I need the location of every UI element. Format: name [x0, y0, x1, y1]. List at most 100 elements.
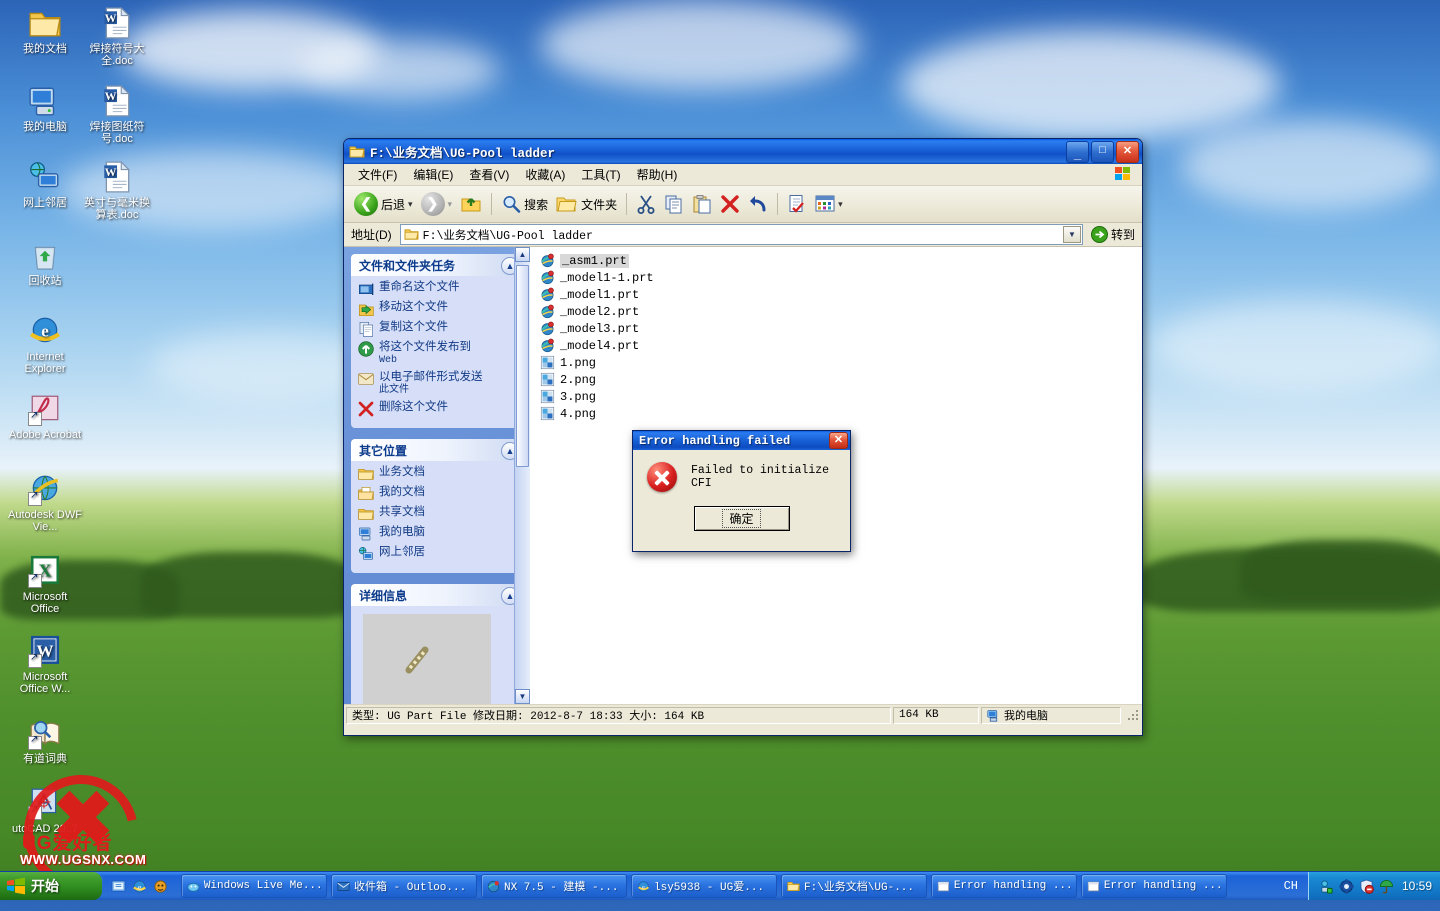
file-task-item-5[interactable]: 删除这个文件 [358, 401, 518, 417]
file-task-item-1[interactable]: 移动这个文件 [358, 301, 518, 317]
file-list-item[interactable]: _model1.prt [538, 286, 1142, 303]
file-task-item-3[interactable]: 将这个文件发布到 Web [358, 341, 518, 367]
security-shield-icon[interactable] [1359, 878, 1374, 894]
internet-explorer-icon[interactable]: e [132, 879, 147, 894]
system-tray[interactable]: 10:59 [1307, 872, 1440, 900]
other-place-item-1[interactable]: 我的文档 [358, 486, 518, 502]
address-bar[interactable]: 地址(D) F:\业务文档\UG-Pool ladder ▼ 转到 [344, 223, 1142, 247]
desktop-icon-11[interactable]: W Microsoft Office W... [8, 634, 82, 695]
file-list-item[interactable]: _model3.prt [538, 320, 1142, 337]
desktop-icon-3[interactable]: W 焊接图纸符号.doc [80, 84, 154, 145]
file-task-item-2[interactable]: 复制这个文件 [358, 321, 518, 337]
maximize-button[interactable]: □ [1091, 141, 1114, 163]
delete-button[interactable] [716, 189, 744, 219]
file-list-item[interactable]: _model2.prt [538, 303, 1142, 320]
resize-grip[interactable] [1126, 708, 1140, 722]
file-task-item-4[interactable]: 以电子邮件形式发送 此文件 [358, 371, 518, 397]
other-places-list[interactable]: 业务文档我的文档共享文档我的电脑网上邻居 [351, 461, 524, 573]
views-dropdown-icon[interactable]: ▾ [838, 199, 843, 210]
taskbar-clock[interactable]: 10:59 [1402, 879, 1432, 893]
file-list-item[interactable]: 4.png [538, 405, 1142, 422]
details-header[interactable]: 详细信息 ▲ [351, 584, 524, 606]
up-button[interactable] [456, 189, 486, 219]
error-dialog-close-button[interactable]: ✕ [829, 432, 848, 449]
file-list-item[interactable]: 2.png [538, 371, 1142, 388]
quick-launch-bar[interactable]: e [102, 874, 175, 898]
address-dropdown-button[interactable]: ▼ [1062, 226, 1081, 243]
other-place-item-2[interactable]: 共享文档 [358, 506, 518, 522]
taskbar-task-3[interactable]: e lsy5938 - UG爱... [631, 874, 777, 898]
file-list-item[interactable]: _asm1.prt [538, 252, 1142, 269]
desktop-icon-7[interactable]: e Internet Explorer [8, 314, 82, 375]
network-icon[interactable] [1319, 879, 1334, 894]
file-list-item[interactable]: 3.png [538, 388, 1142, 405]
taskbar-task-0[interactable]: Windows Live Me... [181, 874, 327, 898]
undo-button[interactable] [744, 189, 772, 219]
forward-dropdown-icon[interactable]: ▾ [448, 199, 453, 210]
search-button[interactable]: 搜索 [497, 189, 552, 219]
settings-gear-icon[interactable] [1338, 878, 1354, 894]
taskbar-task-1[interactable]: 收件箱 - Outloo... [331, 874, 477, 898]
go-button[interactable]: 转到 [1087, 226, 1139, 243]
error-dialog[interactable]: Error handling failed ✕ Failed to initia… [632, 430, 851, 552]
back-button[interactable]: ❮ 后退 ▾ [350, 189, 417, 219]
views-button[interactable]: ▾ [811, 189, 847, 219]
taskbar-task-list[interactable]: Windows Live Me... 收件箱 - Outloo... NX 7.5 … [175, 874, 1274, 898]
file-task-item-0[interactable]: 重命名这个文件 [358, 281, 518, 297]
other-place-item-3[interactable]: 我的电脑 [358, 526, 518, 542]
file-tasks-header[interactable]: 文件和文件夹任务 ▲ [351, 254, 524, 276]
copy-button[interactable] [660, 189, 688, 219]
scrollbar-thumb[interactable] [516, 265, 529, 467]
cut-button[interactable] [632, 189, 660, 219]
desktop-icon-10[interactable]: X Microsoft Office [8, 554, 82, 615]
desktop-icon-12[interactable]: 有道词典 [8, 716, 82, 765]
desktop-icon-8[interactable]: Adobe Acrobat [8, 392, 82, 441]
tiger-icon[interactable] [153, 879, 168, 894]
other-place-item-0[interactable]: 业务文档 [358, 466, 518, 482]
ime-indicator[interactable]: CH [1274, 879, 1308, 893]
sidebar-scrollbar[interactable]: ▲ ▼ [514, 247, 530, 704]
menu-item-0[interactable]: 文件(F) [350, 164, 405, 185]
minimize-button[interactable]: _ [1066, 141, 1089, 163]
desktop-icon-6[interactable]: 回收站 [8, 238, 82, 287]
taskbar-task-6[interactable]: Error handling ... [1081, 874, 1227, 898]
toolbar[interactable]: ❮ 后退 ▾ ❯ ▾ 搜索 文件夹 ▾ [344, 186, 1142, 223]
desktop-icon-13[interactable]: utoCAD 20..7 [8, 786, 82, 835]
menu-item-1[interactable]: 编辑(E) [405, 164, 461, 185]
close-button[interactable]: ✕ [1116, 141, 1139, 163]
desktop-icon-9[interactable]: Autodesk DWF Vie... [8, 472, 82, 533]
desktop-icon-5[interactable]: W 英寸与毫米换算表.doc [80, 160, 154, 221]
ok-button[interactable]: 确定 [693, 506, 790, 531]
file-tasks-list[interactable]: 重命名这个文件 移动这个文件 复制这个文件将这个文件发布到 Web 以电子邮件形式发送此… [351, 276, 524, 428]
start-button[interactable]: 开始 [0, 872, 102, 900]
umbrella-icon[interactable] [1379, 879, 1394, 894]
scroll-up-icon[interactable]: ▲ [515, 247, 530, 262]
menu-bar[interactable]: 文件(F) 编辑(E) 查看(V) 收藏(A) 工具(T) 帮助(H) [344, 164, 1142, 186]
back-dropdown-icon[interactable]: ▾ [408, 199, 413, 210]
window-controls[interactable]: _ □ ✕ [1066, 141, 1139, 163]
taskbar-task-5[interactable]: Error handling ... [931, 874, 1077, 898]
menu-item-3[interactable]: 收藏(A) [517, 164, 573, 185]
desktop-icon-0[interactable]: 我的文档 [8, 6, 82, 55]
desktop-icon-1[interactable]: W 焊接符号大全.doc [80, 6, 154, 67]
address-input[interactable]: F:\业务文档\UG-Pool ladder ▼ [399, 224, 1083, 245]
file-list-item[interactable]: 1.png [538, 354, 1142, 371]
file-list-item[interactable]: _model4.prt [538, 337, 1142, 354]
other-place-item-4[interactable]: 网上邻居 [358, 546, 518, 562]
properties-button[interactable] [783, 189, 811, 219]
desktop-icon-2[interactable]: 我的电脑 [8, 84, 82, 133]
menu-item-4[interactable]: 工具(T) [573, 164, 628, 185]
menu-item-5[interactable]: 帮助(H) [629, 164, 686, 185]
file-list-item[interactable]: _model1-1.prt [538, 269, 1142, 286]
taskbar-task-2[interactable]: NX 7.5 - 建模 -... [481, 874, 627, 898]
menu-item-2[interactable]: 查看(V) [461, 164, 517, 185]
other-places-header[interactable]: 其它位置 ▲ [351, 439, 524, 461]
taskbar[interactable]: 开始 e Windows Live Me... 收件箱 - Outloo... NX… [0, 871, 1440, 900]
paste-button[interactable] [688, 189, 716, 219]
title-bar[interactable]: F:\业务文档\UG-Pool ladder _ □ ✕ [344, 139, 1142, 164]
folders-button[interactable]: 文件夹 [552, 189, 621, 219]
file-list[interactable]: _asm1.prt _model1-1.prt _model1.prt _model2… [530, 247, 1142, 422]
scroll-down-icon[interactable]: ▼ [515, 689, 530, 704]
forward-button[interactable]: ❯ ▾ [417, 189, 457, 219]
taskbar-task-4[interactable]: F:\业务文档\UG-... [781, 874, 927, 898]
